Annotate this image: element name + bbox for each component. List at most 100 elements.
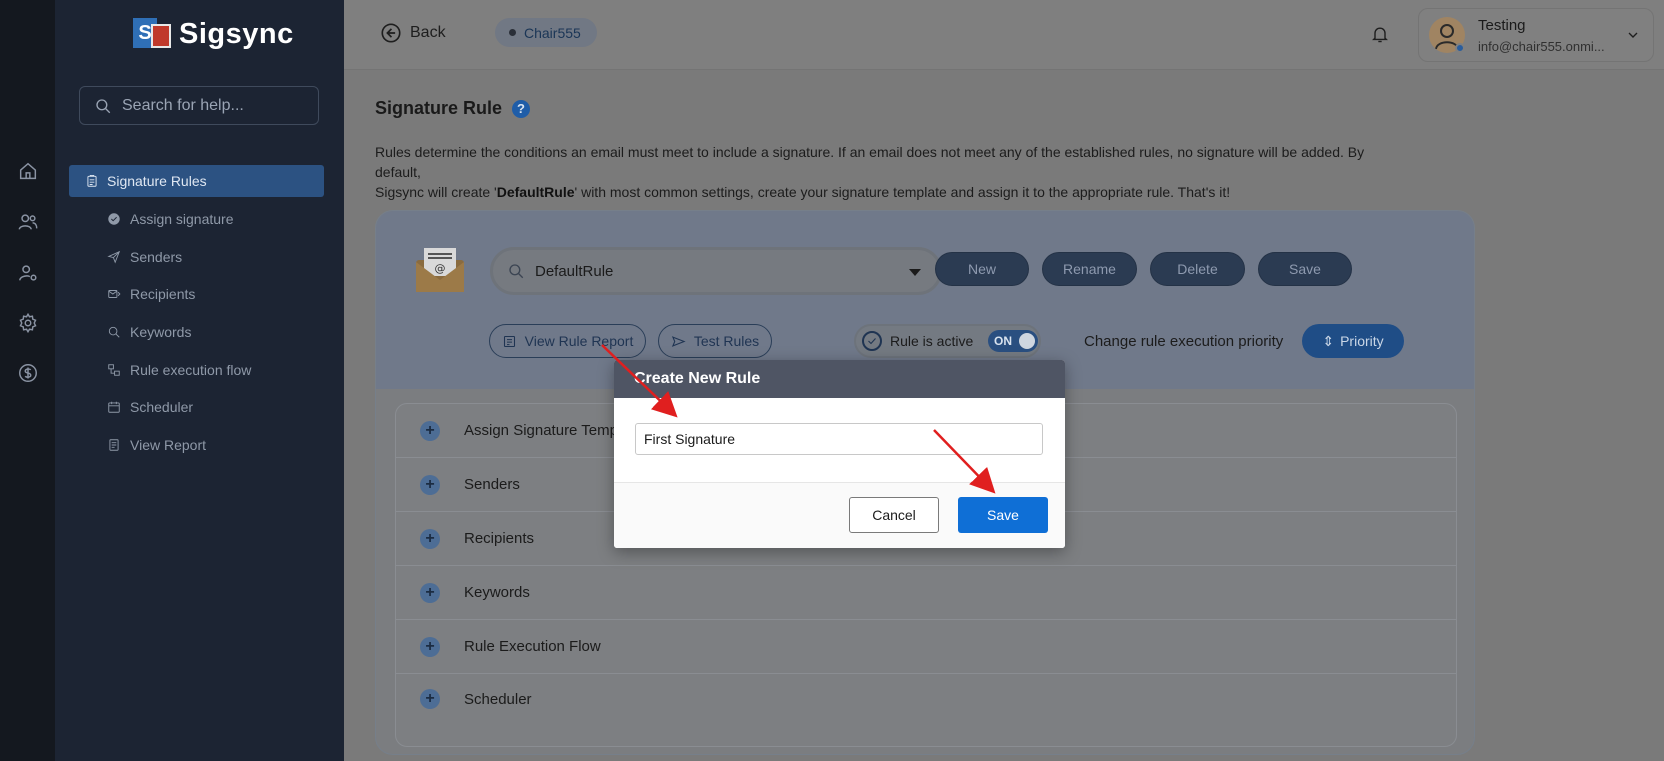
top-bar: Back Chair555 Testing info@chair555.onmi… bbox=[344, 0, 1664, 70]
icon-rail bbox=[0, 0, 55, 761]
brand-name: Sigsync bbox=[179, 17, 294, 50]
send-icon bbox=[107, 250, 121, 264]
home-icon[interactable] bbox=[15, 158, 41, 184]
view-rule-report-button[interactable]: View Rule Report bbox=[489, 324, 646, 358]
new-rule-button[interactable]: New bbox=[935, 252, 1029, 286]
section-keywords[interactable]: + Keywords bbox=[396, 566, 1456, 620]
save-rule-button[interactable]: Save bbox=[1258, 252, 1352, 286]
bell-icon[interactable] bbox=[1370, 24, 1390, 44]
plus-icon[interactable]: + bbox=[420, 582, 440, 603]
back-label: Back bbox=[410, 24, 446, 41]
rule-select[interactable]: DefaultRule bbox=[490, 247, 942, 295]
sidebar-item-assign-signature[interactable]: Assign signature bbox=[107, 209, 234, 229]
switch-knob bbox=[1019, 333, 1035, 349]
section-label: Keywords bbox=[464, 584, 530, 601]
online-status-icon bbox=[1455, 43, 1465, 53]
user-settings-icon[interactable] bbox=[15, 260, 41, 286]
priority-button[interactable]: ⇕ Priority bbox=[1302, 324, 1404, 358]
check-circle-icon bbox=[862, 331, 882, 351]
sidebar-item-label: Assign signature bbox=[130, 211, 234, 227]
page-title: Signature Rule ? bbox=[375, 98, 531, 119]
tenant-chip[interactable]: Chair555 bbox=[495, 18, 597, 47]
sidebar-item-recipients[interactable]: Recipients bbox=[107, 284, 195, 304]
report-icon bbox=[109, 439, 119, 451]
arrow-left-circle-icon bbox=[381, 23, 401, 43]
test-rules-label: Test Rules bbox=[693, 333, 760, 349]
plus-icon[interactable]: + bbox=[420, 474, 440, 495]
rule-active-toggle[interactable]: Rule is active ON bbox=[854, 324, 1041, 358]
search-icon bbox=[96, 98, 111, 113]
help-search-input[interactable]: Search for help... bbox=[79, 86, 319, 125]
sidebar-item-senders[interactable]: Senders bbox=[107, 247, 182, 267]
dollar-icon[interactable] bbox=[15, 360, 41, 386]
sidebar-item-label: Rule execution flow bbox=[130, 362, 252, 378]
dialog-footer: Cancel Save bbox=[614, 482, 1065, 548]
user-name: Testing bbox=[1478, 17, 1526, 34]
switch-state: ON bbox=[994, 334, 1012, 348]
desc-line-2a: Sigsync will create ' bbox=[375, 184, 497, 200]
sidebar-item-label: Signature Rules bbox=[107, 173, 207, 189]
create-rule-dialog: Create New Rule Cancel Save bbox=[614, 360, 1065, 548]
sidebar-item-label: Scheduler bbox=[130, 399, 194, 415]
sort-icon: ⇕ bbox=[1322, 332, 1335, 349]
search-placeholder: Search for help... bbox=[122, 96, 244, 114]
caret-down-icon bbox=[909, 269, 921, 276]
users-icon[interactable] bbox=[15, 209, 41, 235]
section-label: Recipients bbox=[464, 530, 535, 547]
section-scheduler[interactable]: + Scheduler bbox=[396, 674, 1456, 724]
sidebar-item-keywords[interactable]: Keywords bbox=[107, 322, 191, 342]
gear-icon[interactable] bbox=[15, 310, 41, 336]
sidebar-item-signature-rules[interactable]: Signature Rules bbox=[69, 165, 324, 197]
search-icon bbox=[108, 326, 120, 338]
plus-icon[interactable]: + bbox=[420, 528, 440, 549]
section-label: Scheduler bbox=[464, 690, 532, 708]
desc-line-2b: ' with most common settings, create your… bbox=[574, 184, 1231, 200]
sidebar-item-view-report[interactable]: View Report bbox=[107, 435, 206, 455]
tenant-name: Chair555 bbox=[524, 24, 581, 41]
on-off-switch[interactable]: ON bbox=[988, 330, 1038, 352]
priority-text: Change rule execution priority bbox=[1084, 333, 1284, 350]
sidebar-item-rule-execution-flow[interactable]: Rule execution flow bbox=[107, 360, 251, 380]
rule-active-label: Rule is active bbox=[890, 333, 974, 349]
check-circle-icon bbox=[108, 213, 120, 225]
svg-text:@: @ bbox=[435, 262, 446, 275]
desc-line-1: Rules determine the conditions an email … bbox=[375, 144, 1365, 180]
cancel-button[interactable]: Cancel bbox=[849, 497, 939, 533]
sidebar-item-label: View Report bbox=[130, 437, 207, 453]
section-label: Senders bbox=[464, 476, 520, 493]
sidebar-item-scheduler[interactable]: Scheduler bbox=[107, 397, 193, 417]
send-icon bbox=[671, 335, 686, 347]
help-icon[interactable]: ? bbox=[512, 99, 531, 118]
page-description: Rules determine the conditions an email … bbox=[375, 142, 1395, 202]
save-button[interactable]: Save bbox=[958, 497, 1048, 533]
sidebar-item-label: Keywords bbox=[130, 324, 192, 340]
chevron-down-icon[interactable] bbox=[1625, 27, 1641, 46]
status-dot-icon bbox=[509, 29, 516, 36]
flow-icon bbox=[108, 364, 120, 376]
calendar-icon bbox=[108, 401, 120, 413]
plus-icon[interactable]: + bbox=[420, 420, 440, 441]
logo-mark-icon: S bbox=[133, 16, 173, 52]
clipboard-icon bbox=[87, 174, 97, 187]
recipients-icon bbox=[108, 290, 121, 298]
plus-icon[interactable]: + bbox=[420, 689, 440, 709]
rename-rule-button[interactable]: Rename bbox=[1042, 252, 1137, 286]
envelope-icon: @ bbox=[416, 248, 464, 292]
sidebar-item-label: Senders bbox=[130, 249, 183, 265]
rule-name-input[interactable] bbox=[635, 423, 1043, 455]
view-rule-report-label: View Rule Report bbox=[524, 333, 634, 349]
test-rules-button[interactable]: Test Rules bbox=[658, 324, 772, 358]
report-icon bbox=[503, 335, 515, 347]
page-title-text: Signature Rule bbox=[375, 98, 503, 118]
delete-rule-button[interactable]: Delete bbox=[1150, 252, 1245, 286]
plus-icon[interactable]: + bbox=[420, 636, 440, 657]
user-menu[interactable]: Testing info@chair555.onmi... bbox=[1418, 8, 1654, 62]
search-icon bbox=[509, 264, 524, 279]
brand-logo[interactable]: S Sigsync bbox=[133, 16, 294, 52]
section-rule-execution-flow[interactable]: + Rule Execution Flow bbox=[396, 620, 1456, 674]
section-label: Rule Execution Flow bbox=[464, 638, 601, 655]
selected-rule: DefaultRule bbox=[535, 262, 614, 280]
back-button[interactable]: Back bbox=[380, 22, 446, 44]
dialog-title: Create New Rule bbox=[614, 360, 1065, 398]
priority-label: Priority bbox=[1340, 333, 1384, 349]
